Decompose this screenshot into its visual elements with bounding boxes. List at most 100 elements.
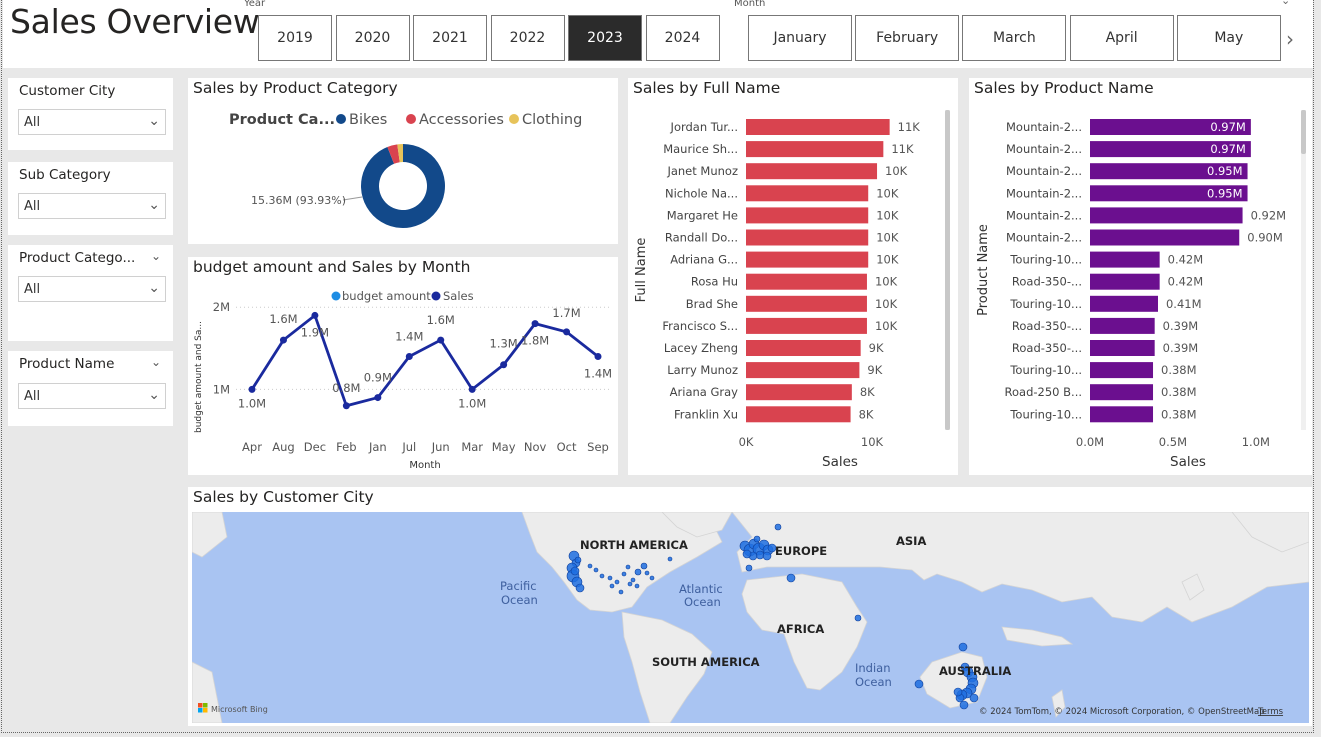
x-tick: Nov [524, 440, 547, 454]
customer-city-point[interactable] [634, 583, 640, 589]
legend-marker [336, 114, 346, 124]
sub-category-dropdown[interactable]: All ⌄ [18, 193, 166, 219]
product-name-dropdown[interactable]: All ⌄ [18, 383, 166, 409]
y-axis-label: budget amount and Sa... [194, 321, 204, 433]
customer-city-point[interactable] [574, 556, 582, 564]
customer-city-point[interactable] [644, 570, 650, 576]
map-terms-link[interactable]: Terms [1257, 707, 1284, 717]
chevron-right-icon[interactable]: › [1286, 27, 1294, 51]
x-tick: May [492, 440, 516, 454]
data-label: 1.8M [521, 334, 549, 348]
customer-city-point[interactable] [953, 687, 963, 697]
customer-city-point[interactable] [593, 567, 599, 573]
customer-city-point[interactable] [575, 583, 585, 593]
category-label: Touring-10... [1009, 297, 1082, 311]
legend-marker [331, 291, 341, 301]
chevron-down-icon: ⌄ [148, 387, 160, 403]
bar [746, 119, 890, 135]
year-tile-2019[interactable]: 2019 [258, 15, 332, 61]
category-chart-panel[interactable]: Sales by Product Category Product Ca... B… [188, 78, 618, 244]
map-label-north-america: NORTH AMERICA [580, 538, 688, 552]
sales-point [531, 320, 539, 328]
y-tick: 2M [213, 300, 230, 314]
customer-city-point[interactable] [742, 549, 752, 559]
customer-city-point[interactable] [914, 679, 924, 689]
customer-city-point[interactable] [609, 583, 615, 589]
customer-city-point[interactable] [634, 568, 642, 576]
filter-title: Customer City [19, 83, 116, 99]
customer-city-point[interactable] [607, 575, 613, 581]
chevron-down-icon: ⌄ [148, 197, 160, 213]
customer-city-point[interactable] [630, 577, 636, 583]
month-tile-march[interactable]: March [962, 15, 1067, 61]
customer-city-point[interactable] [854, 614, 862, 622]
month-chart-panel[interactable]: budget amount and Sales by Month budget … [188, 257, 618, 475]
legend-marker [509, 114, 519, 124]
customer-city-point[interactable] [753, 535, 761, 543]
bar [746, 229, 869, 246]
data-label: 0.39M [1163, 341, 1199, 355]
product-category-filter: Product Catego... ⌄ All ⌄ [8, 245, 173, 341]
bar [746, 185, 869, 202]
bar [1090, 317, 1155, 334]
category-label: Jordan Tur... [670, 120, 738, 134]
y-tick: 1M [213, 382, 230, 396]
x-tick: Mar [461, 440, 483, 454]
data-label: 1.3M [490, 337, 518, 351]
customer-city-point[interactable] [762, 551, 772, 561]
customer-city-dropdown[interactable]: All ⌄ [18, 109, 166, 135]
bar [746, 163, 878, 180]
x-tick: Jul [401, 440, 416, 454]
customer-city-point[interactable] [599, 573, 605, 579]
legend-item: budget amount [342, 289, 431, 303]
x-axis-label: Sales [822, 454, 858, 470]
x-tick: Aug [272, 440, 294, 454]
customer-city-point[interactable] [959, 700, 969, 710]
customer-city-point[interactable] [969, 693, 979, 703]
data-label: 1.0M [238, 396, 266, 410]
category-label: Touring-10... [1009, 363, 1082, 377]
data-label: 10K [876, 186, 899, 200]
productname-chart-panel[interactable]: Sales by Product Name Mountain-2... 0.97M… [969, 78, 1312, 475]
customer-city-point[interactable] [618, 589, 624, 595]
customer-city-point[interactable] [625, 564, 631, 570]
customer-city-point[interactable] [667, 556, 673, 562]
year-tile-2021[interactable]: 2021 [413, 15, 487, 61]
year-tile-2024[interactable]: 2024 [645, 15, 720, 61]
customer-city-point[interactable] [745, 564, 753, 572]
fullname-chart-panel[interactable]: Sales by Full Name Jordan Tur... 11K Mauri… [628, 78, 958, 475]
category-label: Mountain-2... [1006, 142, 1082, 156]
customer-city-point[interactable] [649, 575, 655, 581]
dropdown-value: All [24, 389, 41, 404]
customer-city-point[interactable] [621, 571, 627, 577]
customer-city-point[interactable] [587, 563, 593, 569]
year-tile-2023[interactable]: 2023 [568, 15, 642, 61]
data-label: 10K [885, 164, 908, 178]
customer-city-point[interactable] [786, 573, 796, 583]
x-tick: 0K [739, 435, 754, 449]
customer-city-point[interactable] [570, 566, 580, 576]
month-tile-january[interactable]: January [748, 15, 852, 61]
chevron-down-icon[interactable]: ⌄ [151, 355, 161, 369]
customer-city-point[interactable] [627, 581, 633, 587]
customer-city-point[interactable] [755, 550, 765, 560]
year-tile-2022[interactable]: 2022 [490, 15, 565, 61]
world-map[interactable]: NORTH AMERICA EUROPE ASIA AFRICA SOUTH A… [192, 512, 1309, 723]
bar [1090, 384, 1154, 401]
month-tile-april[interactable]: April [1069, 15, 1174, 61]
x-tick: 0.0M [1076, 435, 1104, 449]
chevron-down-icon[interactable]: ⌄ [151, 249, 161, 263]
chevron-down-icon[interactable]: ⌄ [1281, 0, 1290, 7]
year-tile-2020[interactable]: 2020 [335, 15, 410, 61]
month-tile-february[interactable]: February [855, 15, 960, 61]
map-label-australia: AUSTRALIA [939, 664, 1011, 678]
month-tile-may[interactable]: May [1176, 15, 1281, 61]
customer-city-point[interactable] [614, 579, 620, 585]
data-label: 0.95M [1207, 186, 1243, 200]
customer-city-point[interactable] [958, 642, 968, 652]
customer-city-point[interactable] [640, 562, 648, 570]
data-label: 10K [875, 297, 898, 311]
month-line-chart: budget amount Sales 1M 2M budget amount and … [194, 289, 612, 471]
customer-city-point[interactable] [774, 523, 782, 531]
product-category-dropdown[interactable]: All ⌄ [18, 276, 166, 302]
